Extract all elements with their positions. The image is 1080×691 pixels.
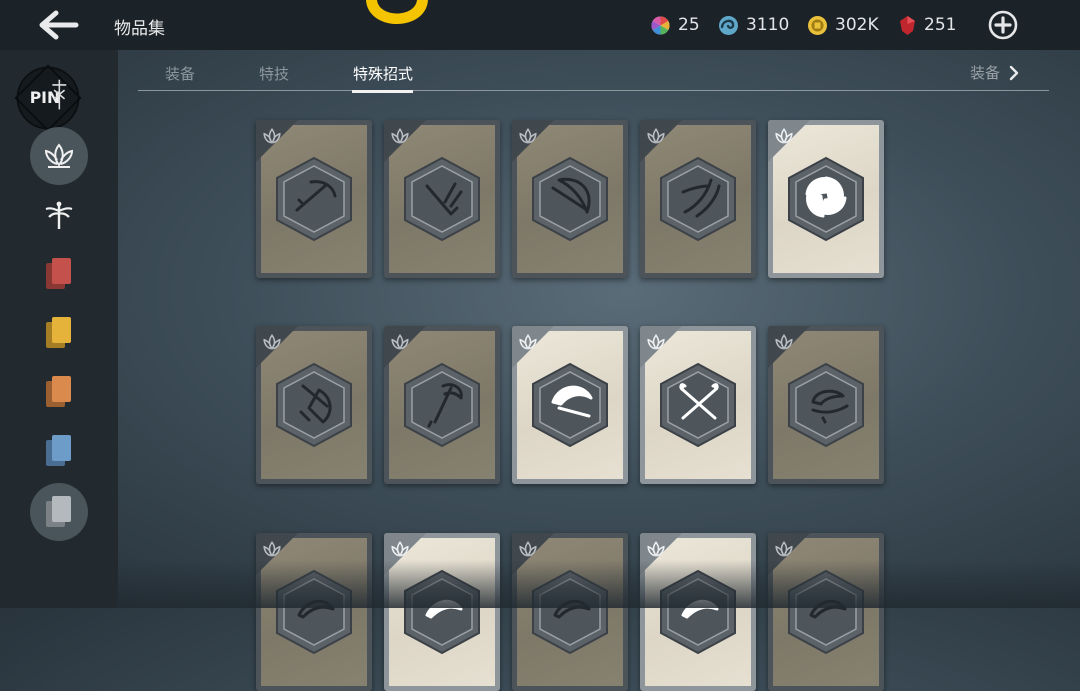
sidebar-item-lotus[interactable] [30,127,88,185]
collection-card[interactable] [512,533,628,691]
collection-card[interactable] [256,533,372,691]
dragonfly-icon [45,201,73,229]
resource-gems-value: 251 [924,15,957,35]
gray-cards-icon [46,496,71,527]
collection-card[interactable] [640,533,756,691]
page-title: 物品集 [114,19,165,39]
lotus-icon [263,541,281,557]
lotus-icon [519,541,537,557]
resource-coins-value: 302K [835,15,879,35]
rainbow-orb-icon [651,15,670,34]
collection-card[interactable] [384,326,500,484]
sidebar-item-yellow-cards[interactable] [30,304,88,362]
crescent-sword-icon [532,156,608,242]
blue-cards-icon [46,435,71,466]
lotus-icon [775,128,793,144]
tab-skills[interactable]: 特技 [259,63,289,84]
lotus-icon [391,541,409,557]
sidebar-item-orange-cards[interactable] [30,363,88,421]
collection-card[interactable] [768,120,884,278]
collection-card[interactable] [256,326,372,484]
pin-badge-icon: PIN [14,64,82,132]
chevron-right-icon [1009,65,1019,80]
blade-icon [532,569,608,655]
kama-icon [404,362,480,448]
sidebar-item-gray-cards[interactable] [30,483,88,541]
resource-prism-value: 25 [678,15,700,35]
blade-icon [660,569,736,655]
resource-prism: 25 [650,13,700,37]
lotus-icon [519,128,537,144]
crossed-swords-icon [660,362,736,448]
lotus-icon [775,541,793,557]
resource-coins: 302K [807,13,879,37]
kusarigama-icon [788,362,864,448]
tab-next-label: 装备 [970,64,1001,82]
collection-card[interactable] [640,120,756,278]
lotus-icon [519,334,537,350]
lotus-icon [263,128,281,144]
gold-emblem-icon [366,0,428,24]
collection-card[interactable] [384,533,500,691]
sidebar-item-pin[interactable]: PIN [14,64,82,132]
resource-gems: 251 [898,13,956,37]
lotus-icon [44,143,74,168]
top-bar: 物品集 25 3110 302K 251 [0,0,1080,50]
tab-special-moves[interactable]: 特殊招式 [353,63,413,84]
collection-card[interactable] [768,326,884,484]
blade-icon [788,569,864,655]
lotus-icon [391,334,409,350]
sidebar-item-dragonfly[interactable] [30,186,88,244]
curved-blade-icon [276,156,352,242]
red-gem-icon [900,15,915,35]
sidebar-item-blue-cards[interactable] [30,422,88,480]
red-cards-icon [46,258,71,289]
lotus-icon [775,334,793,350]
lotus-icon [263,334,281,350]
collection-card[interactable] [512,120,628,278]
category-tabs: 装备 特技 特殊招式 [138,50,1049,92]
collection-card[interactable] [512,326,628,484]
blue-swirl-icon [719,15,738,35]
knife-slash-icon [404,156,480,242]
yellow-cards-icon [46,317,71,348]
sidebar-item-red-cards[interactable] [30,245,88,303]
lotus-icon [647,128,665,144]
tab-next-button[interactable]: 装备 [970,62,1022,83]
shuriken-icon [788,156,864,242]
cleaver-icon [276,362,352,448]
orange-cards-icon [46,376,71,407]
gold-coin-icon [808,15,827,35]
collection-card[interactable] [256,120,372,278]
resource-spirit: 3110 [718,13,789,37]
tabs-divider [138,90,1049,91]
lotus-icon [647,541,665,557]
tab-selected-indicator [352,90,413,93]
lotus-icon [647,334,665,350]
collection-card[interactable] [384,120,500,278]
tab-equipment[interactable]: 装备 [165,63,195,84]
collection-card[interactable] [640,326,756,484]
twin-blade-icon [660,156,736,242]
back-arrow-icon[interactable] [36,9,80,41]
lotus-icon [391,128,409,144]
blade-icon [276,569,352,655]
blade-icon [404,569,480,655]
plus-circle-icon[interactable] [988,10,1018,40]
resource-spirit-value: 3110 [746,15,790,35]
collection-card[interactable] [768,533,884,691]
arc-slash-icon [532,362,608,448]
